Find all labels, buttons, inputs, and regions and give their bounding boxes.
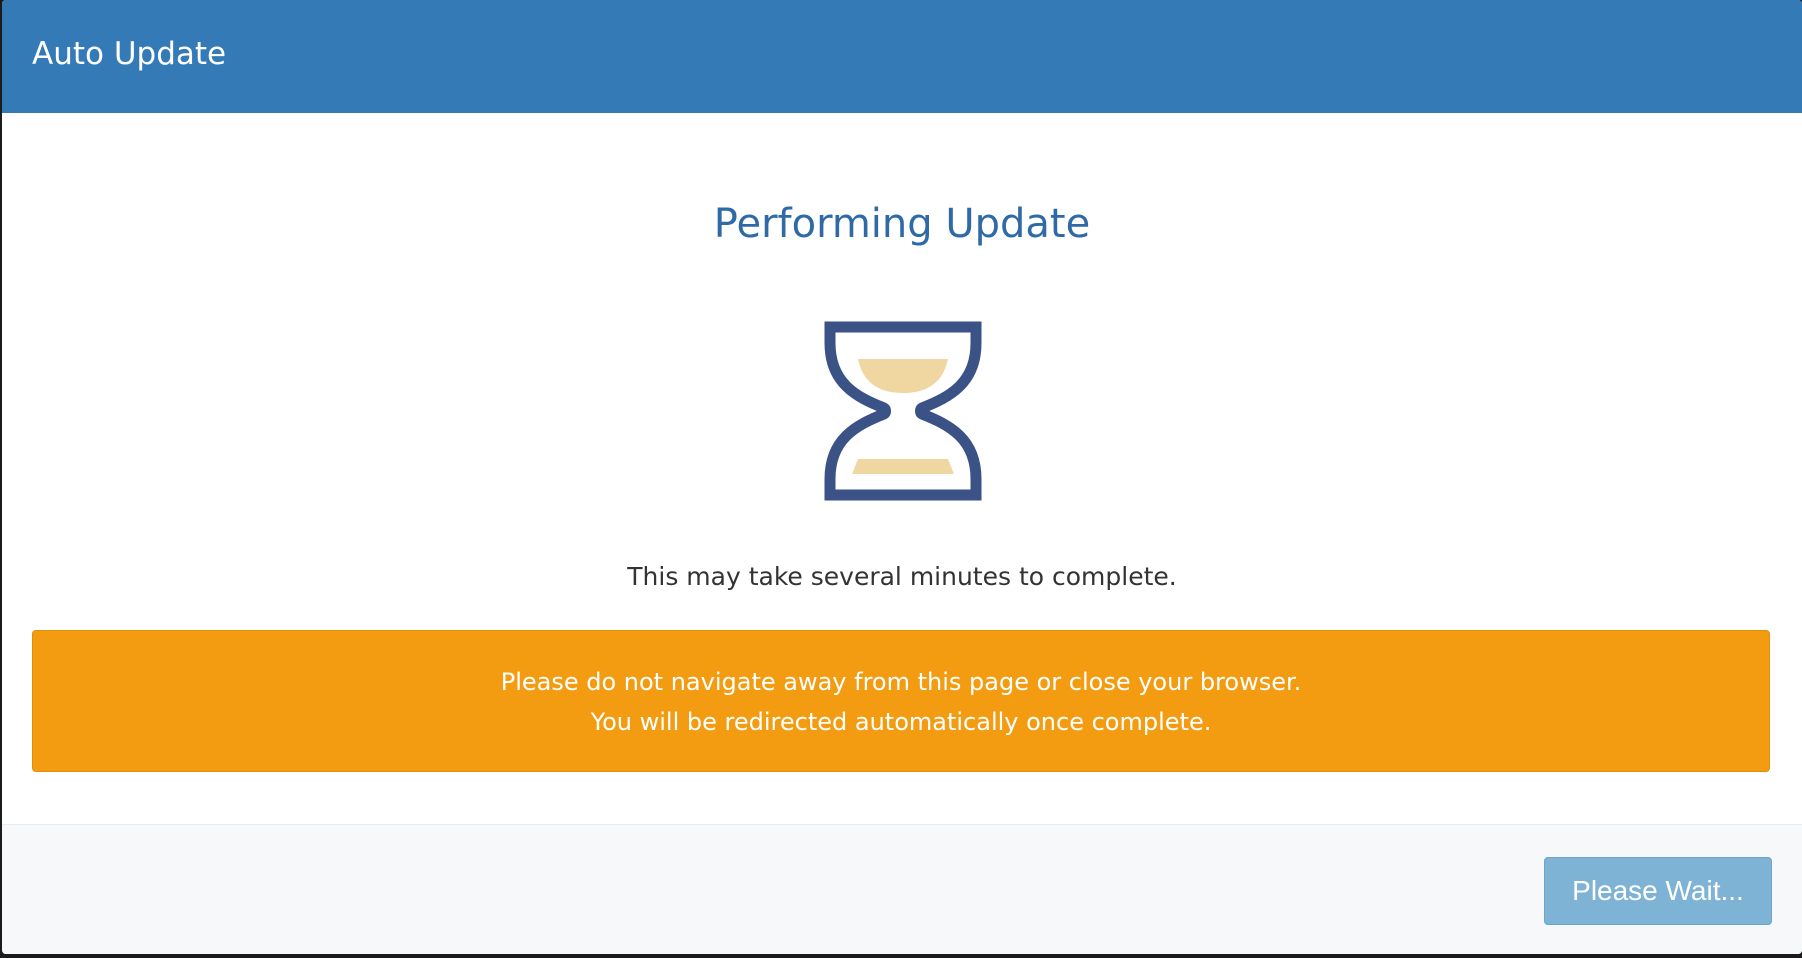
warning-line-2: You will be redirected automatically onc… [590,708,1212,736]
modal-body: Performing Update This may take several … [2,113,1802,824]
warning-alert: Please do not navigate away from this pa… [32,630,1770,772]
auto-update-modal: Auto Update Performing Update This may t… [2,0,1802,954]
modal-title: Auto Update [32,36,227,72]
please-wait-button[interactable]: Please Wait... [1544,857,1772,925]
duration-note: This may take several minutes to complet… [627,562,1177,591]
modal-footer: Please Wait... [2,824,1802,954]
warning-line-1: Please do not navigate away from this pa… [500,668,1302,696]
hourglass-icon [824,321,982,501]
modal-header: Auto Update [2,0,1802,113]
hourglass-sand-top [858,359,948,393]
update-heading: Performing Update [713,201,1091,247]
hourglass-sand-bottom [852,459,954,474]
